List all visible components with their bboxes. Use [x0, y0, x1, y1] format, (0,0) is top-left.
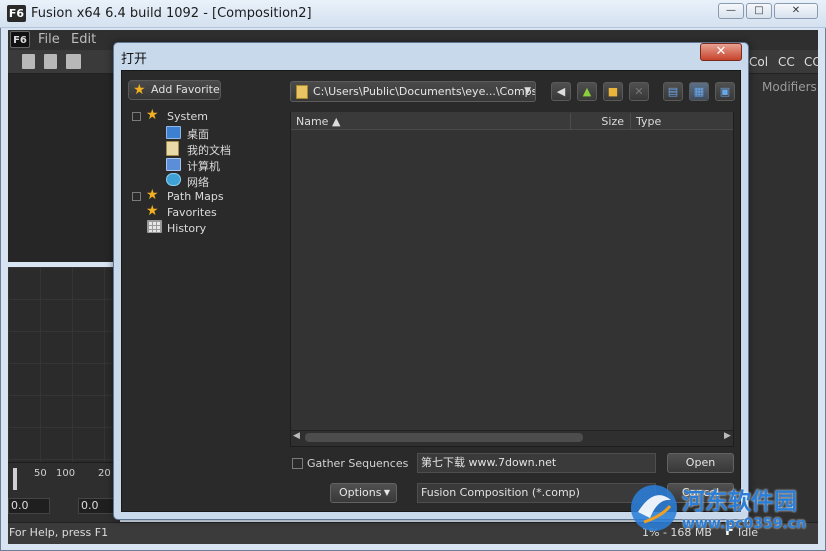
open-button[interactable]: Open: [667, 453, 734, 473]
watermark: 河东软件园 www.pc0359.cn: [624, 478, 824, 540]
column-name[interactable]: Name ▲: [292, 113, 571, 130]
desktop-icon: [166, 126, 181, 139]
path-dropdown[interactable]: C:\Users\Public\Documents\eye...\Comps ▼: [290, 81, 536, 102]
new-folder-icon: ■: [607, 85, 619, 98]
gather-sequences-checkbox[interactable]: [292, 458, 303, 469]
folder-icon: [296, 85, 308, 99]
tick-label: 50: [34, 468, 47, 479]
tick-label: 20: [98, 468, 111, 479]
gather-sequences-label: Gather Sequences: [307, 457, 409, 470]
watermark-url: www.pc0359.cn: [682, 516, 807, 532]
right-panel: [748, 74, 818, 522]
path-value: C:\Users\Public\Documents\eye...\Comps: [313, 85, 536, 98]
documents-icon: [166, 141, 179, 156]
view-preview-button[interactable]: ▣: [715, 82, 735, 101]
tree-item-computer[interactable]: 计算机: [187, 158, 220, 174]
tree-item-network[interactable]: 网络: [187, 174, 209, 190]
filename-input[interactable]: 第七下载 www.7down.net: [417, 453, 656, 473]
calendar-icon: [147, 220, 162, 233]
scroll-right-icon[interactable]: ▶: [724, 431, 731, 441]
chevron-down-icon: ▼: [383, 488, 390, 497]
star-icon: ★: [146, 107, 159, 123]
dialog-title: 打开: [121, 52, 148, 67]
delete-button[interactable]: ✕: [629, 82, 649, 101]
options-label: Options: [339, 486, 382, 499]
open-icon[interactable]: [44, 54, 57, 69]
menu-file[interactable]: File: [38, 32, 60, 47]
expand-pathmaps-toggle[interactable]: [132, 192, 141, 201]
folder-up-icon: ▲: [582, 85, 592, 98]
view-details-button[interactable]: ▦: [689, 82, 709, 101]
scrollbar-thumb[interactable]: [305, 433, 583, 442]
playhead[interactable]: [13, 468, 17, 490]
delete-icon: ✕: [634, 85, 644, 98]
close-button[interactable]: ✕: [774, 3, 818, 19]
view-list-button[interactable]: ▤: [663, 82, 683, 101]
tree-item-favorites[interactable]: Favorites: [167, 206, 217, 219]
file-list[interactable]: [290, 112, 734, 447]
list-view-icon: ▤: [667, 85, 679, 98]
new-icon[interactable]: [22, 54, 35, 69]
maximize-button[interactable]: □: [746, 3, 772, 19]
up-folder-button[interactable]: ▲: [577, 82, 597, 101]
network-icon: [166, 173, 181, 186]
status-help: For Help, press F1: [9, 526, 109, 539]
dialog-close-button[interactable]: ✕: [700, 43, 742, 61]
computer-icon: [166, 158, 181, 171]
tree-item-path-maps[interactable]: Path Maps: [167, 190, 224, 203]
add-favorite-button[interactable]: ★ Add Favorite: [128, 80, 221, 100]
star-icon: ★: [146, 203, 159, 219]
viewer-panel: [8, 74, 120, 262]
add-favorite-label: Add Favorite: [151, 83, 220, 96]
back-button[interactable]: ◀: [551, 82, 571, 101]
tree-item-mydocs[interactable]: 我的文档: [187, 142, 231, 158]
column-size[interactable]: Size: [571, 113, 631, 130]
expand-system-toggle[interactable]: [132, 112, 141, 121]
tree-item-history[interactable]: History: [167, 222, 206, 235]
scroll-left-icon[interactable]: ◀: [293, 431, 300, 441]
window-title: Fusion x64 6.4 build 1092 - [Composition…: [31, 6, 312, 21]
minimize-button[interactable]: —: [718, 3, 744, 19]
cc-label-2[interactable]: CC: [804, 55, 821, 69]
preview-view-icon: ▣: [719, 85, 731, 98]
chevron-down-icon: ▼: [524, 86, 531, 96]
fusion-logo-icon: F6: [10, 31, 30, 48]
tree-item-desktop[interactable]: 桌面: [187, 126, 209, 142]
time-field-1[interactable]: 0.0: [8, 498, 50, 514]
back-arrow-icon: ◀: [556, 85, 566, 98]
watermark-text: 河东软件园: [682, 488, 797, 515]
options-button[interactable]: Options ▼: [330, 483, 397, 503]
app-icon: F6: [7, 5, 26, 22]
tick-label: 100: [56, 468, 76, 479]
tree-item-system[interactable]: System: [167, 110, 208, 123]
details-view-icon: ▦: [693, 85, 705, 98]
filetype-select[interactable]: Fusion Composition (*.comp): [417, 483, 656, 503]
column-type[interactable]: Type: [631, 113, 733, 130]
star-plus-icon: ★: [133, 82, 146, 98]
flow-panel: [8, 267, 120, 462]
col-label: Col: [749, 55, 769, 69]
menu-edit[interactable]: Edit: [71, 32, 96, 47]
cc-label-1[interactable]: CC: [778, 55, 795, 69]
modifiers-tab[interactable]: Modifiers: [762, 80, 817, 94]
star-icon: ★: [146, 187, 159, 203]
new-folder-button[interactable]: ■: [603, 82, 623, 101]
save-icon[interactable]: [66, 54, 81, 69]
